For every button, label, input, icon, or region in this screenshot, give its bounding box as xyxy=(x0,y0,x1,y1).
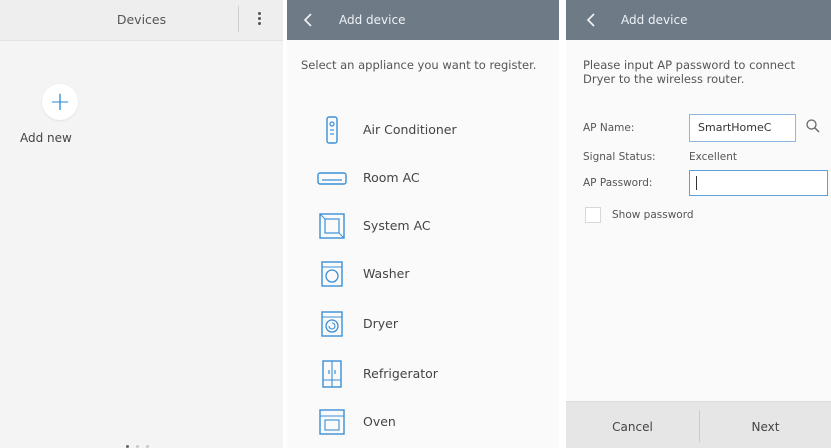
appliance-item-oven[interactable]: Oven xyxy=(287,398,559,446)
add-device-header: Add device xyxy=(287,0,559,40)
appliance-label: System AC xyxy=(363,218,431,233)
signal-status-value: Excellent xyxy=(689,151,737,163)
show-password-label: Show password xyxy=(612,209,694,221)
next-button[interactable]: Next xyxy=(700,402,831,448)
appliance-item-refrigerator[interactable]: Refrigerator xyxy=(287,350,559,398)
appliance-item-system-ac[interactable]: System AC xyxy=(287,202,559,250)
add-new-label: Add new xyxy=(20,131,72,145)
appliance-item-air-conditioner[interactable]: Air Conditioner xyxy=(287,106,559,154)
add-new-button[interactable]: + xyxy=(42,84,78,120)
system-ac-icon xyxy=(319,213,345,239)
cancel-button[interactable]: Cancel xyxy=(566,402,699,448)
ap-password-panel: Add device Please input AP password to c… xyxy=(566,0,831,448)
select-appliance-panel: Add device Select an appliance you want … xyxy=(287,0,559,448)
ap-name-label: AP Name: xyxy=(583,122,635,134)
appliance-label: Dryer xyxy=(363,316,398,331)
air-conditioner-icon xyxy=(326,116,338,144)
appliance-label: Washer xyxy=(363,266,410,281)
header-divider xyxy=(238,6,239,32)
select-appliance-instruction: Select an appliance you want to register… xyxy=(301,58,537,72)
devices-header: Devices xyxy=(0,0,283,41)
signal-status-label: Signal Status: xyxy=(583,151,656,163)
add-device-header: Add device xyxy=(566,0,831,40)
dialog-footer: Cancel Next xyxy=(566,401,831,448)
appliance-label: Room AC xyxy=(363,170,420,185)
page-indicator xyxy=(126,433,156,448)
ap-password-label: AP Password: xyxy=(583,177,653,189)
ap-password-field[interactable] xyxy=(689,170,828,196)
add-device-title: Add device xyxy=(621,13,688,27)
text-cursor xyxy=(696,176,697,190)
appliance-label: Air Conditioner xyxy=(363,122,457,137)
refrigerator-icon xyxy=(322,360,342,388)
appliance-label: Refrigerator xyxy=(363,366,438,381)
room-ac-icon xyxy=(317,172,347,185)
ap-name-value: SmartHomeC xyxy=(698,121,772,134)
appliance-item-room-ac[interactable]: Room AC xyxy=(287,154,559,202)
add-device-title: Add device xyxy=(339,13,406,27)
devices-title: Devices xyxy=(116,12,167,27)
appliance-item-dryer[interactable]: Dryer xyxy=(287,300,559,348)
ap-name-field[interactable]: SmartHomeC xyxy=(689,114,796,142)
appliance-item-washer[interactable]: Washer xyxy=(287,250,559,298)
search-icon[interactable] xyxy=(805,118,821,134)
back-arrow-icon[interactable] xyxy=(584,11,598,29)
appliance-label: Oven xyxy=(363,414,396,429)
dryer-icon xyxy=(321,311,343,337)
devices-panel: Devices + Add new xyxy=(0,0,283,448)
show-password-checkbox[interactable] xyxy=(585,207,601,223)
plus-icon: + xyxy=(49,87,71,117)
oven-icon xyxy=(319,409,345,435)
more-options-icon[interactable] xyxy=(252,10,266,30)
back-arrow-icon[interactable] xyxy=(301,11,315,29)
washer-icon xyxy=(321,261,343,287)
ap-password-instruction: Please input AP password to connect Drye… xyxy=(583,58,795,86)
